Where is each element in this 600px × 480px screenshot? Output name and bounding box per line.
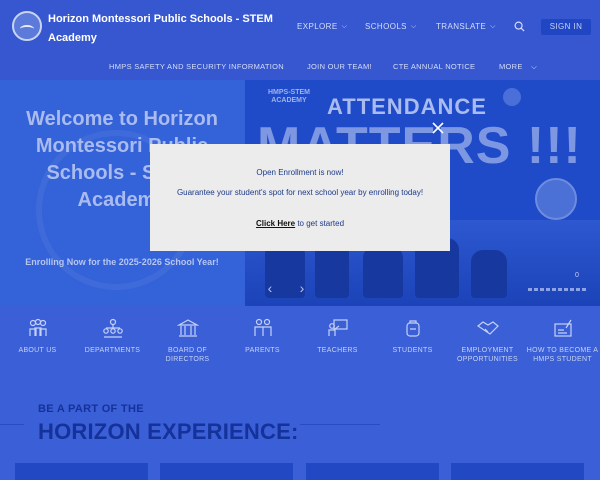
modal-message: Guarantee your student's spot for next s… <box>176 188 424 197</box>
modal-headline: Open Enrollment is now! <box>256 168 344 177</box>
close-icon[interactable] <box>430 120 446 136</box>
modal-cta: Click Here to get started <box>170 218 430 229</box>
modal-cta-suffix: to get started <box>295 219 345 228</box>
click-here-link[interactable]: Click Here <box>256 219 295 228</box>
modal-overlay[interactable]: Open Enrollment is now! Guarantee your s… <box>0 0 600 480</box>
enrollment-modal: Open Enrollment is now! Guarantee your s… <box>150 144 450 251</box>
